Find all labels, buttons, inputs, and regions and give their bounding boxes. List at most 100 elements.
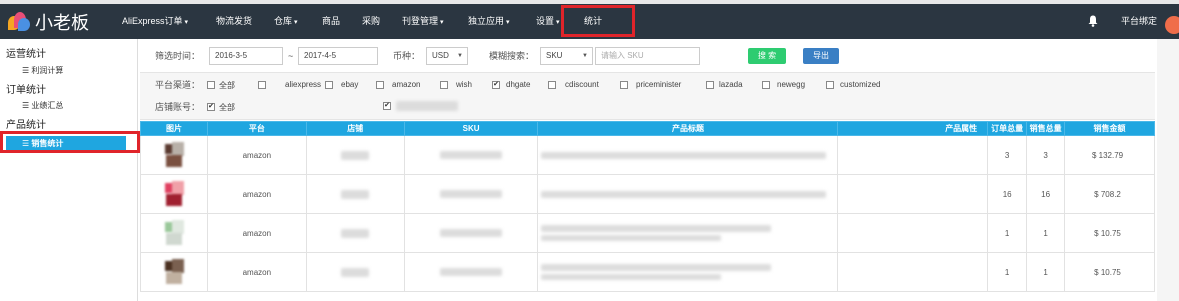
col-header-sales[interactable]: 销售总量 xyxy=(1026,121,1066,136)
channel-label-item: lazada xyxy=(719,80,743,89)
logo-icon xyxy=(8,12,30,32)
channel-checkbox[interactable] xyxy=(376,81,384,89)
channel-label-item: cdiscount xyxy=(565,80,599,89)
shop-all-checkbox[interactable]: ✔ xyxy=(207,103,215,111)
channel-label-item: newegg xyxy=(777,80,806,89)
platform-binding-link[interactable]: 平台绑定 xyxy=(1121,4,1157,39)
col-header-sku[interactable]: SKU xyxy=(403,121,539,136)
channel-checkbox[interactable] xyxy=(207,81,215,89)
sales-count-cell: 3 xyxy=(1026,135,1066,175)
channel-checkbox[interactable] xyxy=(325,81,333,89)
nav-listing[interactable]: 刊登管理 ▾ xyxy=(402,4,444,39)
col-header-image[interactable]: 图片 xyxy=(140,121,208,136)
app-logo[interactable]: 小老板 xyxy=(8,9,89,35)
channel-label-item: wish xyxy=(456,80,473,89)
nav-apps[interactable]: 独立应用 ▾ xyxy=(468,4,510,39)
col-header-attributes[interactable]: 产品属性 xyxy=(837,121,989,136)
table-row[interactable]: amazon 1 1 $ 10.75 xyxy=(140,213,1155,253)
col-header-platform[interactable]: 平台 xyxy=(206,121,307,136)
channel-checkbox[interactable] xyxy=(620,81,628,89)
channel-checkbox[interactable] xyxy=(440,81,448,89)
avatar[interactable] xyxy=(1165,16,1179,34)
product-thumbnail[interactable] xyxy=(140,174,208,214)
shop-checkbox[interactable]: ✔ xyxy=(383,102,391,110)
channel-label-item: aliexpress xyxy=(285,80,322,89)
order-count-cell: 1 xyxy=(987,252,1028,292)
chevron-down-icon: ▾ xyxy=(184,19,189,26)
title-cell xyxy=(537,174,839,214)
channel-label-item: amazon xyxy=(392,80,421,89)
product-thumbnail[interactable] xyxy=(140,252,208,292)
chevron-down-icon: ▾ xyxy=(556,19,560,26)
main-content: 筛选时间： 2016-3-5 ~ 2017-4-5 币种： USD ▼ 模糊搜索：… xyxy=(140,39,1155,301)
sidebar: 运营统计 ☰ 利润计算 订单统计 ☰ 业绩汇总 产品统计 ☰ 销售统计 xyxy=(0,39,140,301)
sidebar-section-products: 产品统计 xyxy=(6,120,46,131)
date-separator: ~ xyxy=(288,51,294,61)
shop-cell xyxy=(305,252,405,292)
order-count-cell: 3 xyxy=(987,135,1028,175)
channel-checkbox[interactable]: ✔ xyxy=(492,81,500,89)
table-row[interactable]: amazon 1 1 $ 10.75 xyxy=(140,252,1155,292)
logo-text: 小老板 xyxy=(35,13,89,34)
channel-label-item: dhgate xyxy=(506,80,531,89)
nav-warehouse[interactable]: 仓库 ▾ xyxy=(274,4,298,39)
attributes-cell xyxy=(837,213,989,253)
table-row[interactable]: amazon 16 16 $ 708.2 xyxy=(140,174,1155,214)
highlight-box-sales-stats xyxy=(0,131,140,153)
attributes-cell xyxy=(837,174,989,214)
currency-select[interactable]: USD ▼ xyxy=(426,47,468,65)
sku-cell xyxy=(403,213,539,253)
sales-amount-cell: $ 10.75 xyxy=(1064,252,1155,292)
currency-label: 币种： xyxy=(393,51,421,61)
chevron-down-icon: ▾ xyxy=(294,19,298,26)
chevron-down-icon: ▾ xyxy=(440,19,444,26)
nav-settings[interactable]: 设置 ▾ xyxy=(536,4,560,39)
attributes-cell xyxy=(837,252,989,292)
export-button[interactable]: 导出 xyxy=(803,48,839,64)
vertical-scrollbar[interactable] xyxy=(1157,39,1179,301)
channel-checkbox[interactable] xyxy=(706,81,714,89)
platform-cell: amazon xyxy=(206,252,307,292)
shop-all-label: 全部 xyxy=(219,103,235,112)
search-button[interactable]: 搜 索 xyxy=(748,48,786,64)
sku-cell xyxy=(403,135,539,175)
channel-checkbox[interactable] xyxy=(762,81,770,89)
shop-cell xyxy=(305,174,405,214)
product-thumbnail[interactable] xyxy=(140,135,208,175)
search-input[interactable]: 请输入 SKU xyxy=(595,47,700,65)
chevron-down-icon: ▼ xyxy=(457,53,463,59)
col-header-title[interactable]: 产品标题 xyxy=(537,121,839,136)
product-thumbnail[interactable] xyxy=(140,213,208,253)
col-header-orders[interactable]: 订单总量 xyxy=(987,121,1028,136)
date-to-input[interactable]: 2017-4-5 xyxy=(298,47,378,65)
channel-checkbox[interactable] xyxy=(826,81,834,89)
nav-logistics[interactable]: 物流发货 xyxy=(216,4,252,39)
nav-purchasing[interactable]: 采购 xyxy=(362,4,380,39)
sidebar-section-orders: 订单统计 xyxy=(6,85,46,96)
platform-cell: amazon xyxy=(206,213,307,253)
platform-cell: amazon xyxy=(206,174,307,214)
attributes-cell xyxy=(837,135,989,175)
fuzzy-field-select[interactable]: SKU ▼ xyxy=(540,47,593,65)
sales-amount-cell: $ 708.2 xyxy=(1064,174,1155,214)
col-header-shop[interactable]: 店铺 xyxy=(305,121,405,136)
filter-bar: 筛选时间： 2016-3-5 ~ 2017-4-5 币种： USD ▼ 模糊搜索：… xyxy=(140,44,1155,68)
sku-cell xyxy=(403,252,539,292)
sidebar-item-profit[interactable]: ☰ 利润计算 xyxy=(22,65,63,76)
title-cell xyxy=(537,213,839,253)
date-from-input[interactable]: 2016-3-5 xyxy=(209,47,283,65)
channel-checkbox[interactable] xyxy=(548,81,556,89)
shop-name-blurred xyxy=(396,101,458,111)
col-header-amount[interactable]: 销售金额 xyxy=(1064,121,1155,136)
nav-aliexpress-orders[interactable]: AliExpress订单 ▾ xyxy=(122,4,188,39)
table-row[interactable]: amazon 3 3 $ 132.79 xyxy=(140,135,1155,175)
shop-label: 店铺账号： xyxy=(155,102,201,112)
highlight-box-statistics xyxy=(561,5,635,37)
bell-icon[interactable] xyxy=(1088,15,1098,27)
chevron-down-icon: ▾ xyxy=(506,19,510,26)
nav-products[interactable]: 商品 xyxy=(322,4,340,39)
sales-amount-cell: $ 10.75 xyxy=(1064,213,1155,253)
channel-checkbox[interactable] xyxy=(258,81,266,89)
fuzzy-search-label: 模糊搜索： xyxy=(489,51,535,61)
sidebar-item-performance[interactable]: ☰ 业绩汇总 xyxy=(22,100,63,111)
